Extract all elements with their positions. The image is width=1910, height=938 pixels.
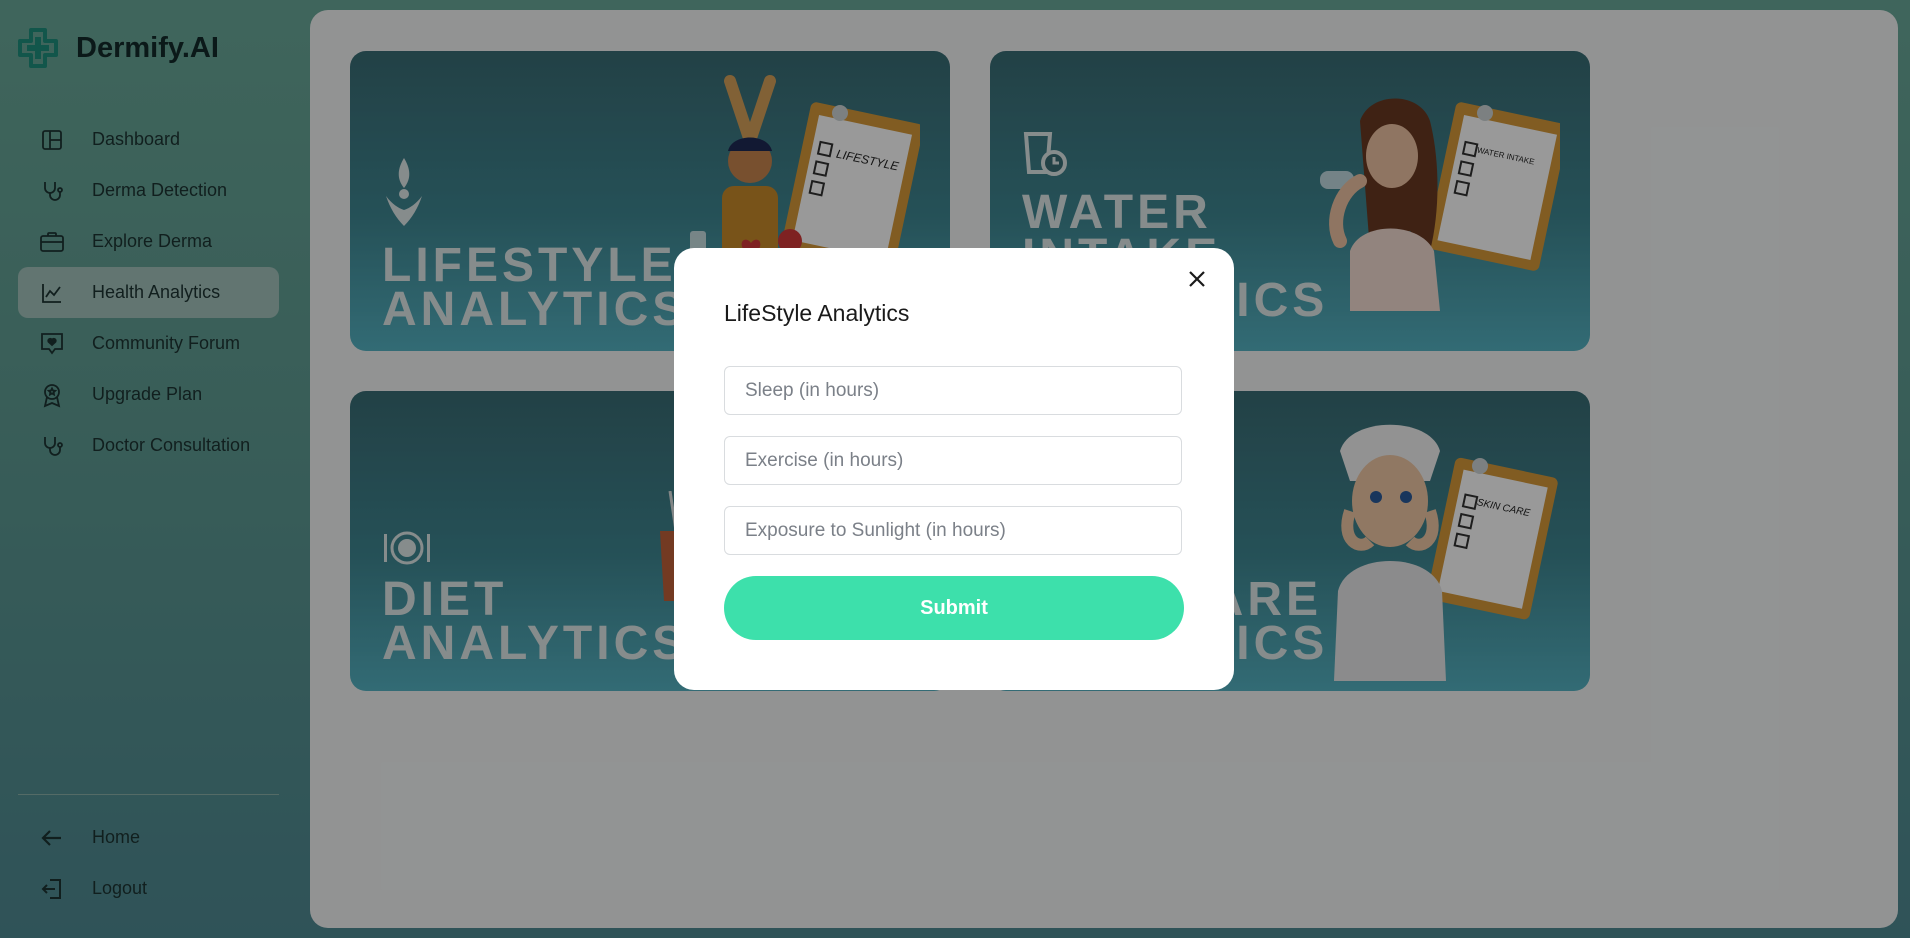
close-icon[interactable]	[1182, 264, 1212, 294]
submit-button[interactable]: Submit	[724, 576, 1184, 640]
exercise-hours-field[interactable]	[724, 436, 1182, 485]
lifestyle-analytics-modal: LifeStyle Analytics Submit	[674, 248, 1234, 690]
modal-title: LifeStyle Analytics	[724, 300, 910, 326]
sleep-hours-field[interactable]	[724, 366, 1182, 415]
sunlight-hours-field[interactable]	[724, 506, 1182, 555]
